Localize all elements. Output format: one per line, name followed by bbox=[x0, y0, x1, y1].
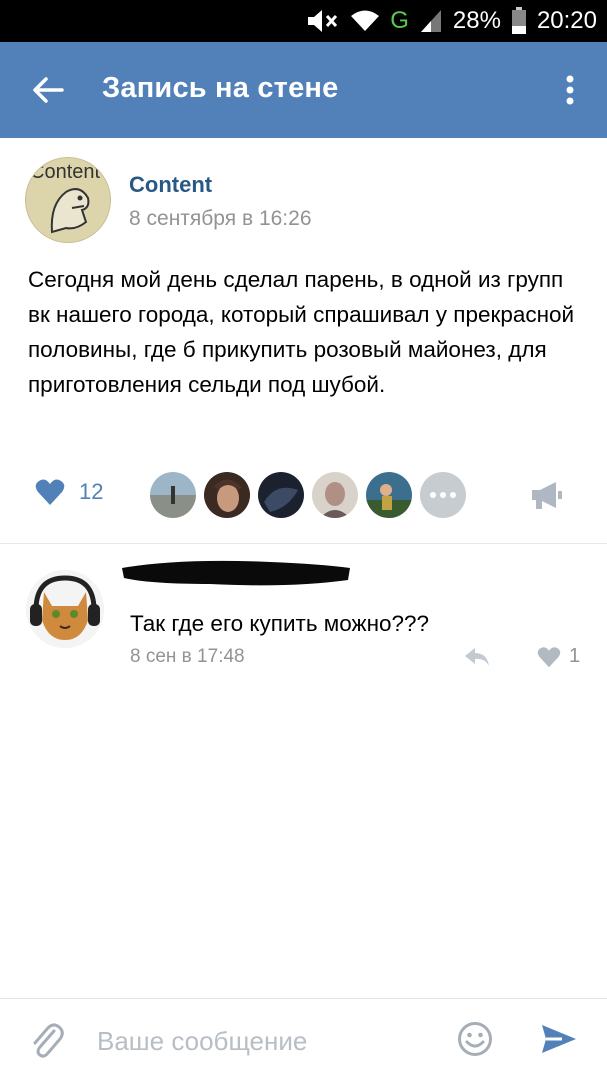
comment-like-button[interactable]: 1 bbox=[537, 645, 580, 668]
avatar-logo-text: Content bbox=[30, 161, 100, 183]
liker-avatar[interactable] bbox=[204, 472, 250, 518]
heart-icon bbox=[35, 479, 65, 505]
post-date: 8 сентября в 16:26 bbox=[129, 207, 312, 230]
dot-icon bbox=[430, 492, 436, 498]
heart-icon bbox=[537, 646, 561, 667]
more-vert-icon[interactable] bbox=[558, 72, 582, 108]
post-author-name[interactable]: Content bbox=[129, 172, 212, 198]
dot-icon bbox=[450, 492, 456, 498]
divider bbox=[0, 543, 607, 544]
post-like-button[interactable]: 12 bbox=[35, 478, 103, 506]
page-title: Запись на стене bbox=[102, 72, 339, 104]
app-bar: Запись на стене bbox=[0, 42, 607, 138]
mute-icon bbox=[308, 10, 338, 32]
post-text: Сегодня мой день сделал парень, в одной … bbox=[28, 267, 575, 397]
back-arrow-icon[interactable] bbox=[30, 72, 66, 108]
send-icon[interactable] bbox=[540, 1023, 578, 1055]
liker-avatar[interactable] bbox=[366, 472, 412, 518]
signal-icon bbox=[420, 10, 441, 32]
post-author-avatar[interactable]: Content bbox=[25, 157, 111, 243]
more-likers-button[interactable] bbox=[420, 472, 466, 518]
emoji-icon[interactable] bbox=[457, 1021, 493, 1057]
liker-avatar[interactable] bbox=[258, 472, 304, 518]
clock: 20:20 bbox=[536, 7, 597, 34]
comment-author-avatar[interactable] bbox=[26, 570, 104, 648]
status-bar: G 28% 20:20 bbox=[0, 0, 607, 42]
comment-likes-count: 1 bbox=[569, 645, 581, 667]
reply-icon[interactable] bbox=[463, 646, 491, 668]
battery-percent: 28% bbox=[452, 7, 501, 34]
liker-avatar[interactable] bbox=[150, 472, 196, 518]
post-likes-count: 12 bbox=[79, 479, 104, 504]
redacted-name bbox=[122, 560, 350, 586]
comment-text: Так где его купить можно??? bbox=[130, 611, 430, 636]
wifi-icon bbox=[351, 10, 380, 31]
network-type: G bbox=[390, 7, 409, 34]
message-input[interactable]: Ваше сообщение bbox=[97, 1026, 307, 1057]
dot-icon bbox=[440, 492, 446, 498]
paperclip-icon[interactable] bbox=[30, 1021, 64, 1059]
share-megaphone-icon[interactable] bbox=[530, 480, 564, 510]
battery-icon bbox=[511, 7, 526, 34]
message-composer: Ваше сообщение bbox=[0, 998, 607, 1080]
liker-avatar[interactable] bbox=[312, 472, 358, 518]
comment-date: 8 сен в 17:48 bbox=[130, 646, 245, 667]
